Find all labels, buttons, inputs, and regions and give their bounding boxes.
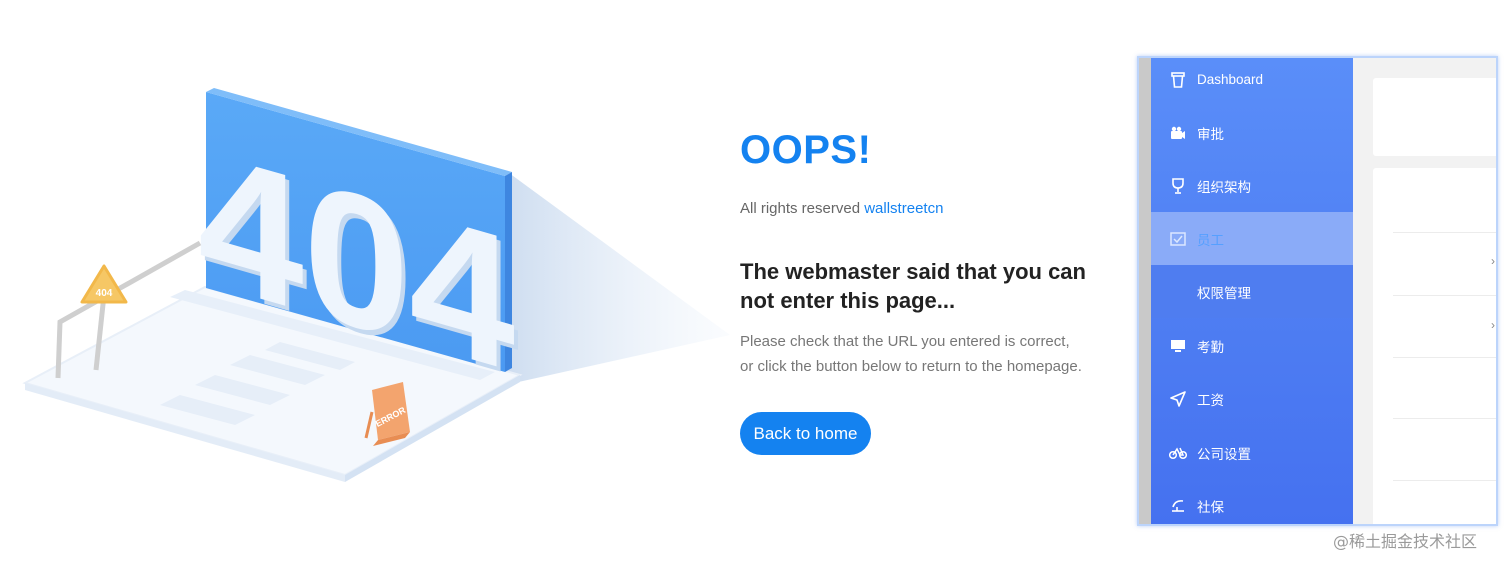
error-message-panel: OOPS! All rights reserved wallstreetcn T… [740,0,1140,566]
app-window-screenshot: Dashboard 审批 组织架构 员工 权限管理 考勤 工资 公司设置 社保 … [1137,56,1498,526]
sidebar-item-permissions[interactable]: 权限管理 [1151,265,1353,318]
sidebar-item-dashboard[interactable]: Dashboard [1151,58,1353,106]
list-divider [1393,232,1496,233]
sidebar-item-attendance[interactable]: 考勤 [1151,319,1353,372]
rights-link[interactable]: wallstreetcn [864,200,943,217]
sidebar-item-label: 组织架构 [1197,179,1251,195]
sidebar-item-label: 员工 [1197,232,1224,248]
list-divider [1393,357,1496,358]
info-line-1: Please check that the URL you entered is… [740,333,1070,350]
sidebar-item-label: 工资 [1197,392,1224,408]
checkbox-icon [1169,230,1187,248]
back-to-home-button[interactable]: Back to home [740,412,871,455]
window-edge [1139,58,1151,524]
sidebar-item-label: 公司设置 [1197,446,1251,462]
content-card [1373,78,1496,156]
sidebar-item-label: Dashboard [1197,72,1264,87]
sidebar-item-label: 社保 [1197,499,1224,515]
triangle-sign-text: 404 [96,288,113,299]
sidebar-item-social-security[interactable]: 社保 [1151,479,1353,524]
watermark: @稀土掘金技术社区 [1333,532,1478,551]
list-divider [1393,480,1496,481]
rights-line: All rights reserved wallstreetcn [740,200,943,217]
list-divider [1393,295,1496,296]
monitor-icon [1169,337,1187,355]
chevron-right-icon[interactable]: › [1491,254,1495,268]
main-content: › › [1353,58,1496,524]
404-illustration: 404 404 404 ERROR [0,0,740,566]
chevron-right-icon[interactable]: › [1491,318,1495,332]
oops-title: OOPS! [740,128,872,172]
sidebar-item-company-settings[interactable]: 公司设置 [1151,426,1353,479]
sidebar-item-approval[interactable]: 审批 [1151,106,1353,159]
send-icon [1169,390,1187,408]
headline: The webmaster said that you can not ente… [740,259,1086,313]
cup-icon [1169,71,1187,89]
sidebar-item-label: 审批 [1197,126,1224,142]
umbrella-icon [1169,497,1187,515]
rights-prefix: All rights reserved [740,200,861,217]
camera-icon [1169,124,1187,142]
sidebar-item-organization[interactable]: 组织架构 [1151,159,1353,212]
sidebar-item-employees[interactable]: 员工 [1151,212,1353,265]
board-shadow [505,170,730,385]
sidebar-item-label: 考勤 [1197,339,1224,355]
info-text: Please check that the URL you entered is… [740,329,1110,379]
bicycle-icon [1169,444,1187,462]
sidebar-item-salary[interactable]: 工资 [1151,372,1353,425]
info-line-2: or click the button below to return to t… [740,358,1082,375]
sidebar-item-label: 权限管理 [1197,285,1251,301]
list-divider [1393,418,1496,419]
404-illustration-svg: 404 404 404 ERROR [22,88,730,482]
content-list-card: › › [1373,168,1496,524]
sidebar: Dashboard 审批 组织架构 员工 权限管理 考勤 工资 公司设置 社保 [1151,58,1353,524]
trophy-icon [1169,177,1187,195]
